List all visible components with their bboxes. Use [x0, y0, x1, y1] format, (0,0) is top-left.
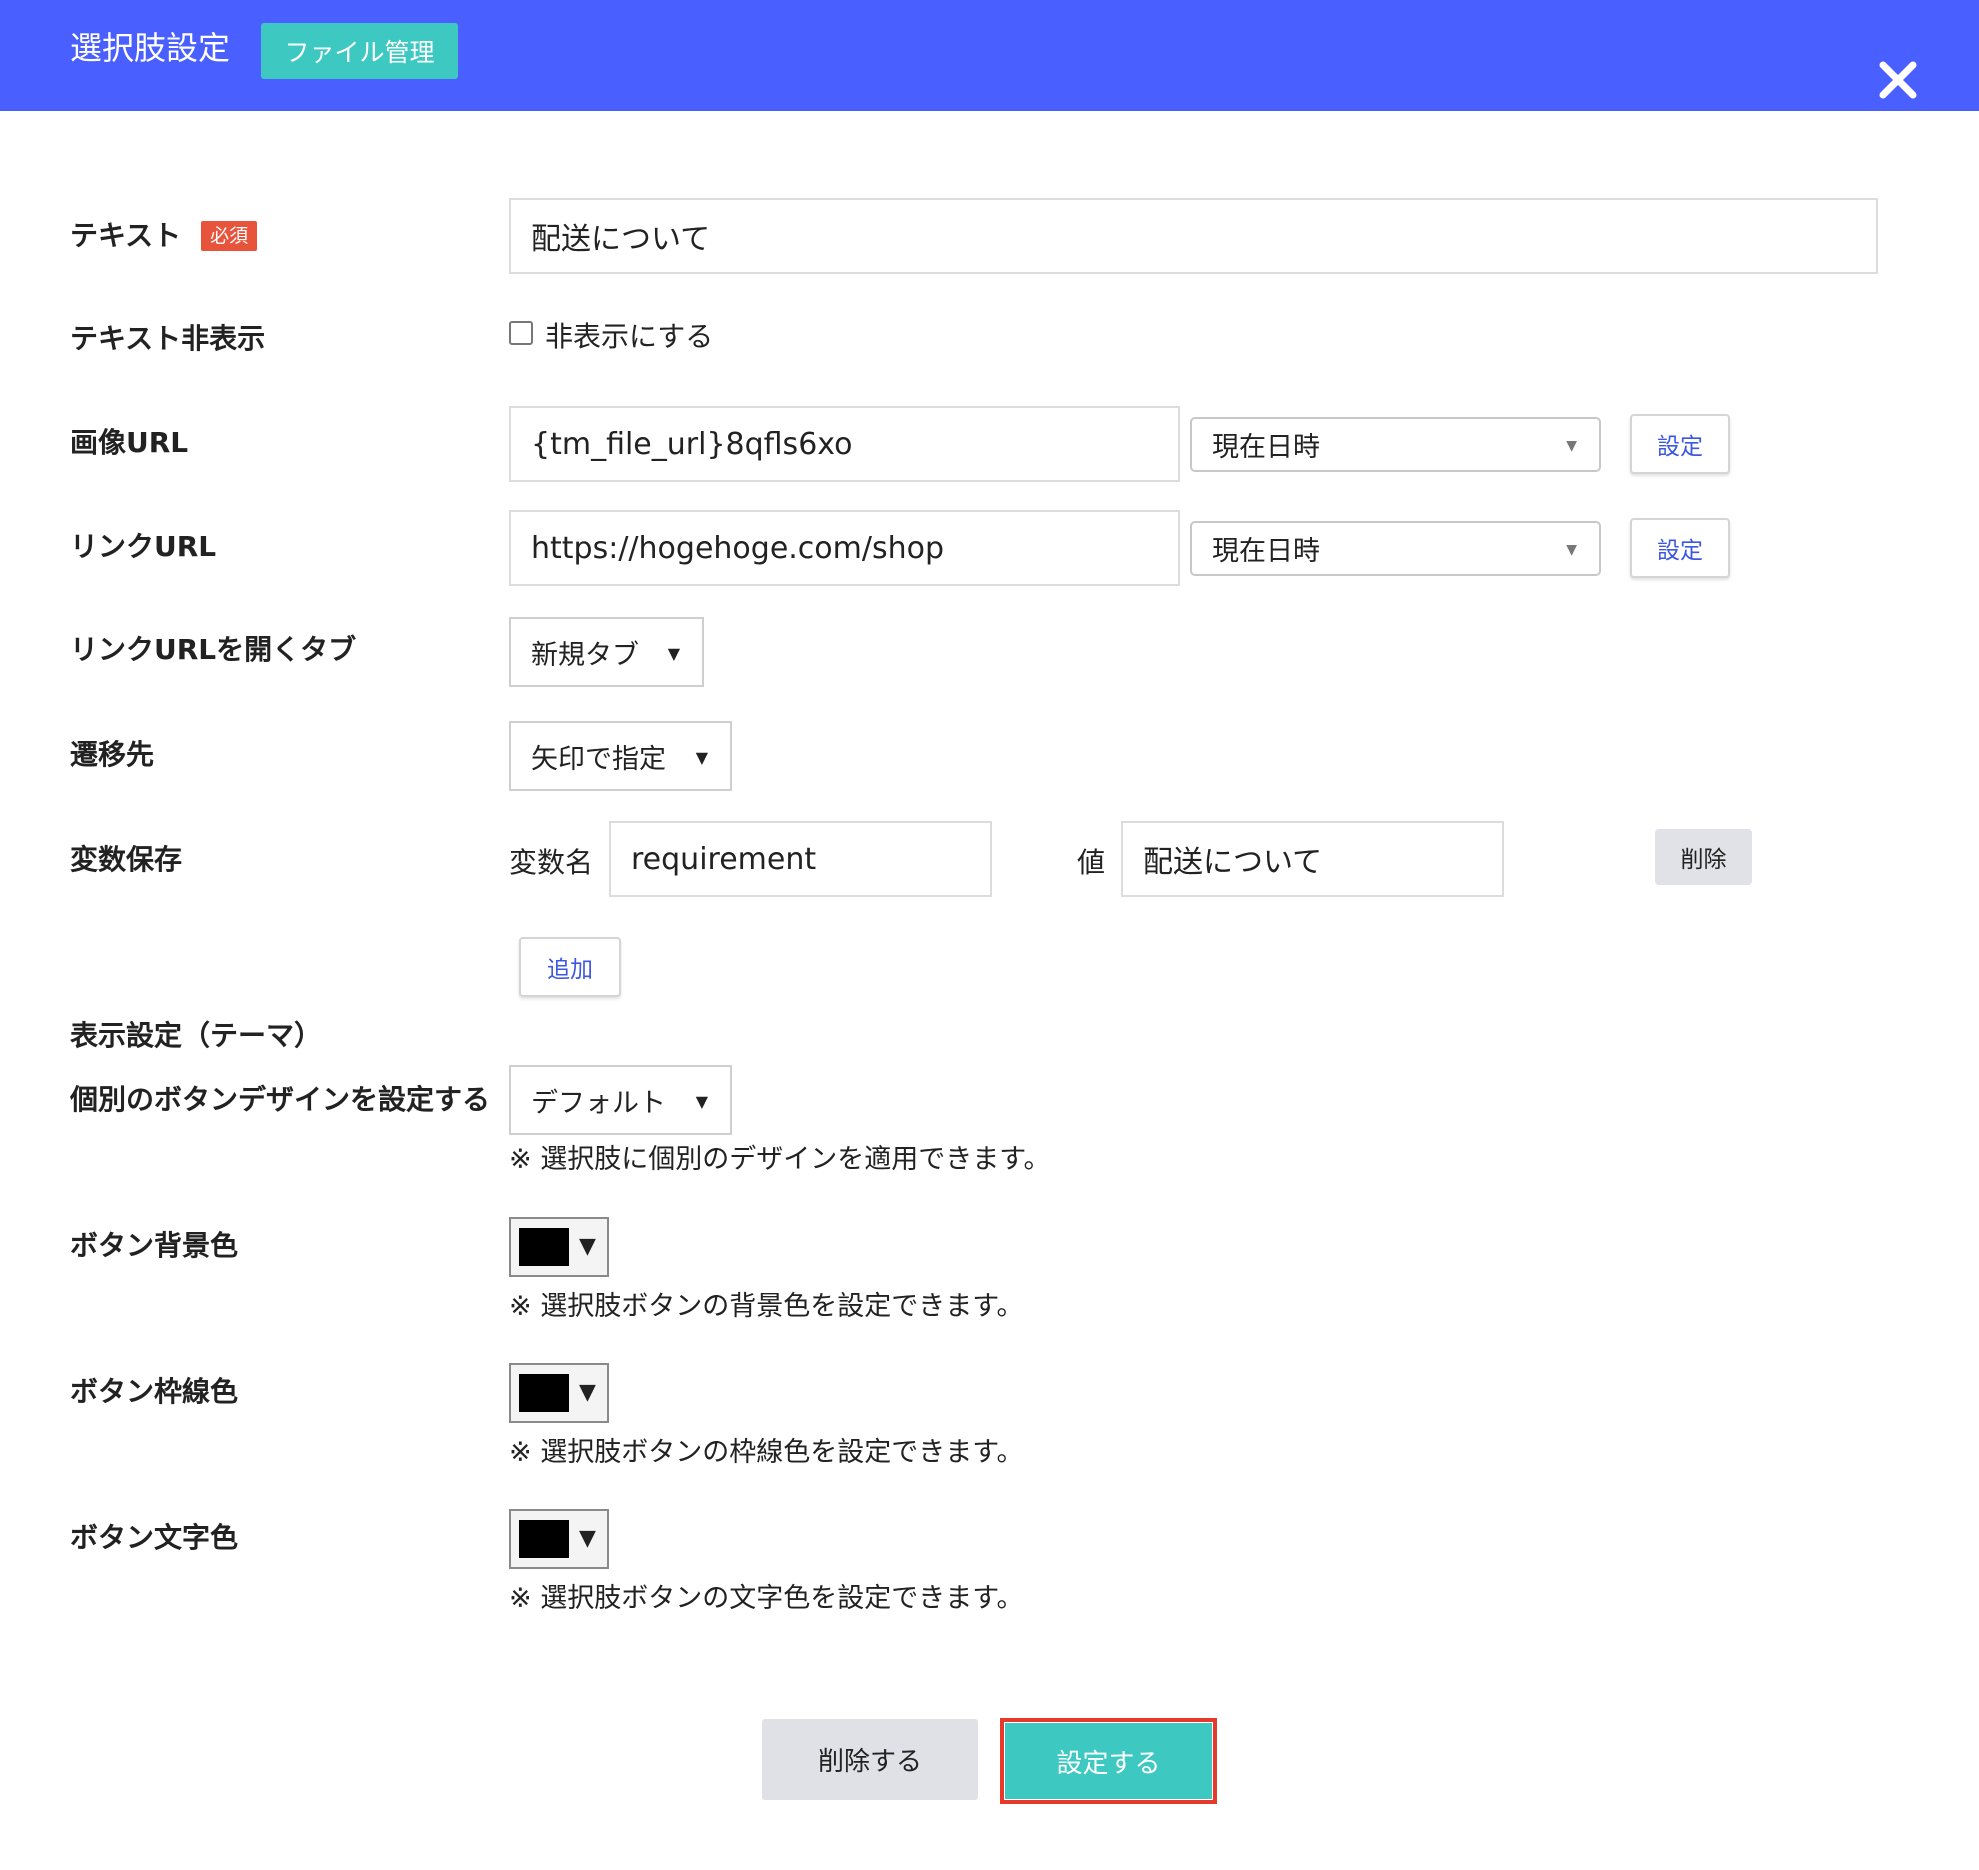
- button-border-note: ※ 選択肢ボタンの枠線色を設定できます。: [509, 1437, 1024, 1468]
- variable-add-button[interactable]: 追加: [519, 937, 621, 997]
- button-design-select[interactable]: デフォルト ▼: [509, 1065, 732, 1135]
- button-bg-note: ※ 選択肢ボタンの背景色を設定できます。: [509, 1291, 1024, 1322]
- link-url-label: リンクURL: [70, 530, 217, 563]
- image-url-label: 画像URL: [70, 426, 189, 459]
- variable-save-label: 変数保存: [70, 843, 183, 876]
- button-bg-color-picker[interactable]: ▼: [509, 1217, 609, 1277]
- hide-text-checkbox-label[interactable]: 非表示にする: [545, 317, 713, 357]
- variable-name-input[interactable]: requirement: [609, 821, 992, 897]
- color-swatch: [519, 1228, 569, 1266]
- button-text-color-picker[interactable]: ▼: [509, 1509, 609, 1569]
- link-url-set-button[interactable]: 設定: [1630, 518, 1730, 578]
- theme-section-label: 表示設定（テーマ）: [70, 1019, 323, 1052]
- caret-down-icon: ▼: [695, 1092, 708, 1111]
- link-target-label: リンクURLを開くタブ: [70, 633, 357, 666]
- button-bg-label: ボタン背景色: [70, 1229, 239, 1262]
- text-label: テキスト: [70, 219, 182, 252]
- destination-select[interactable]: 矢印で指定 ▼: [509, 721, 732, 791]
- variable-value-input[interactable]: 配送について: [1121, 821, 1504, 897]
- variable-value-caption: 値: [1077, 846, 1106, 879]
- file-management-button[interactable]: ファイル管理: [261, 23, 458, 79]
- close-icon[interactable]: [1876, 58, 1920, 102]
- dialog-title: 選択肢設定: [70, 29, 231, 67]
- caret-down-icon: ▼: [667, 644, 680, 663]
- link-target-select[interactable]: 新規タブ ▼: [509, 617, 704, 687]
- link-url-variable-select[interactable]: 現在日時 ▼: [1190, 521, 1601, 576]
- caret-down-icon: ▼: [579, 1234, 596, 1259]
- caret-down-icon: ▼: [695, 748, 708, 767]
- color-swatch: [519, 1374, 569, 1412]
- link-target-select-value: 新規タブ: [531, 639, 639, 671]
- button-design-label: 個別のボタンデザインを設定する: [70, 1083, 491, 1116]
- destination-select-value: 矢印で指定: [531, 743, 666, 775]
- submit-button[interactable]: 設定する: [1005, 1723, 1212, 1799]
- text-field-label: テキスト 必須: [70, 216, 258, 256]
- button-design-select-value: デフォルト: [531, 1087, 666, 1119]
- required-badge: 必須: [201, 221, 258, 251]
- button-text-label: ボタン文字色: [70, 1521, 239, 1554]
- image-url-variable-select[interactable]: 現在日時 ▼: [1190, 417, 1601, 472]
- link-url-input[interactable]: https://hogehoge.com/shop: [509, 510, 1180, 586]
- text-input[interactable]: 配送について: [509, 198, 1878, 274]
- caret-down-icon: ▼: [579, 1526, 596, 1551]
- caret-down-icon: ▼: [1566, 541, 1577, 558]
- variable-delete-button[interactable]: 削除: [1655, 829, 1752, 885]
- button-text-note: ※ 選択肢ボタンの文字色を設定できます。: [509, 1583, 1024, 1614]
- caret-down-icon: ▼: [579, 1380, 596, 1405]
- link-url-select-value: 現在日時: [1212, 536, 1320, 567]
- image-url-set-button[interactable]: 設定: [1630, 414, 1730, 474]
- button-border-label: ボタン枠線色: [70, 1375, 239, 1408]
- button-design-note: ※ 選択肢に個別のデザインを適用できます。: [509, 1144, 1051, 1175]
- button-border-color-picker[interactable]: ▼: [509, 1363, 609, 1423]
- color-swatch: [519, 1520, 569, 1558]
- image-url-select-value: 現在日時: [1212, 432, 1320, 463]
- image-url-input[interactable]: {tm_file_url}8qfls6xo: [509, 406, 1180, 482]
- dialog-header: 選択肢設定 ファイル管理: [0, 0, 1979, 111]
- hide-text-checkbox[interactable]: [509, 321, 533, 345]
- variable-name-caption: 変数名: [509, 846, 594, 879]
- delete-choice-button[interactable]: 削除する: [762, 1719, 978, 1800]
- destination-label: 遷移先: [70, 738, 155, 771]
- caret-down-icon: ▼: [1566, 437, 1577, 454]
- hide-text-label: テキスト非表示: [70, 322, 266, 355]
